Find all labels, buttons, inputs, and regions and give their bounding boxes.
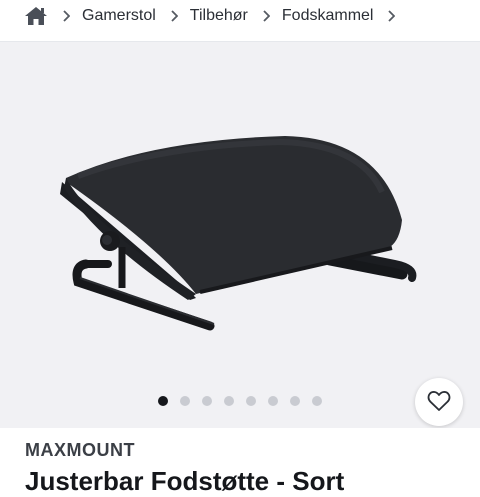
gallery-dot[interactable]: [202, 396, 212, 406]
home-icon[interactable]: [24, 6, 48, 26]
breadcrumb-item-gamerstol[interactable]: Gamerstol: [82, 7, 156, 25]
gallery-dot[interactable]: [158, 396, 168, 406]
breadcrumb-item-fodskammel[interactable]: Fodskammel: [282, 7, 374, 25]
chevron-right-icon: [62, 10, 70, 22]
gallery-dot[interactable]: [312, 396, 322, 406]
product-title: Justerbar Fodstøtte - Sort: [25, 466, 345, 496]
top-bar: Gamerstol Tilbehør Fodskammel: [0, 0, 480, 42]
gallery-pagination: [0, 396, 480, 406]
product-image[interactable]: [0, 42, 480, 428]
product-image-gallery[interactable]: [0, 42, 480, 428]
gallery-dot[interactable]: [224, 396, 234, 406]
breadcrumb-item-tilbehor[interactable]: Tilbehør: [190, 7, 248, 25]
chevron-right-icon: [262, 10, 270, 22]
product-brand[interactable]: MAXMOUNT: [25, 440, 135, 461]
chevron-right-icon: [387, 10, 396, 22]
gallery-dot[interactable]: [290, 396, 300, 406]
breadcrumb: Gamerstol Tilbehør Fodskammel: [24, 0, 407, 32]
heart-outline-icon: [427, 390, 451, 415]
gallery-dot[interactable]: [268, 396, 278, 406]
favorite-button[interactable]: [415, 378, 463, 426]
gallery-dot[interactable]: [246, 396, 256, 406]
gallery-dot[interactable]: [180, 396, 190, 406]
chevron-right-icon: [170, 10, 178, 22]
